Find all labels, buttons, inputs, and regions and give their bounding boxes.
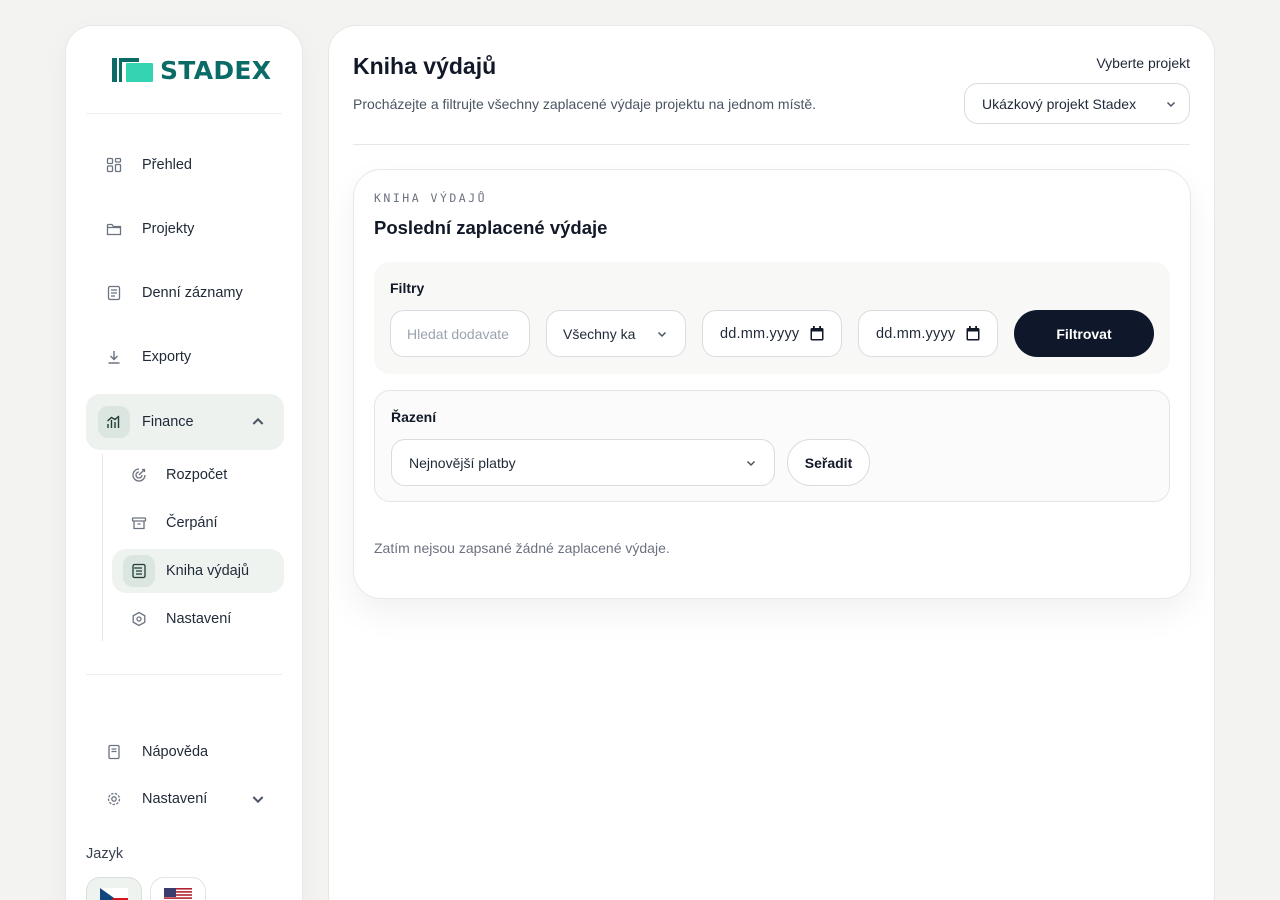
date-to-input[interactable]: dd.mm.yyyy [858,310,998,357]
sidebar-item-label: Denní záznamy [142,285,243,301]
main-panel: Kniha výdajů Procházejte a filtrujte vše… [328,25,1215,900]
sidebar-item-help[interactable]: Nápověda [86,730,284,774]
brand-name: STADEX [160,55,272,85]
page-title: Kniha výdajů [353,53,497,79]
submenu-line [102,454,103,641]
logo-icon [112,56,154,84]
chevron-down-icon [746,460,756,466]
sort-select[interactable]: Nejnovější platby [391,439,775,486]
hexagon-icon [132,611,146,627]
sidebar-item-label: Přehled [142,157,192,173]
us-flag-icon [164,888,192,900]
sidebar-item-expense-ledger[interactable]: Kniha výdajů [112,549,284,593]
supplier-search-input[interactable] [390,310,530,357]
gear-icon [107,792,121,806]
chevron-up-icon [252,417,264,425]
expense-ledger-card: KNIHA VÝDAJŮ Poslední zaplacené výdaje F… [353,169,1191,599]
sidebar-item-label: Exporty [142,349,192,365]
filters-label: Filtry [390,280,425,296]
sidebar-item-exports[interactable]: Exporty [86,335,284,379]
sidebar-item-label: Rozpočet [166,467,228,483]
chevron-down-icon [1166,101,1176,107]
sidebar-item-label: Nastavení [142,791,208,807]
sidebar-item-finance[interactable]: Finance [86,394,284,450]
sidebar-item-label: Nastavení [166,611,232,627]
sort-panel: Řazení Nejnovější platby Seřadit [374,390,1170,502]
sidebar-item-label: Čerpání [166,515,218,531]
ledger-icon [132,563,146,579]
sidebar-item-label: Kniha výdajů [166,563,250,579]
sidebar-item-label: Nápověda [142,744,209,760]
sidebar-item-label: Projekty [142,221,195,237]
page-subtitle: Procházejte a filtrujte všechny zaplacen… [353,96,817,112]
calendar-icon[interactable] [810,326,824,341]
sidebar-item-overview[interactable]: Přehled [86,143,284,187]
sidebar-divider [86,113,282,114]
target-icon [132,468,146,482]
sidebar-item-daily-records[interactable]: Denní záznamy [86,271,284,315]
chart-icon [107,415,120,428]
wallet-icon [131,517,147,530]
grid-icon [106,157,122,173]
card-title: Poslední zaplacené výdaje [374,217,608,238]
book-icon [108,744,120,760]
project-select-value: Ukázkový projekt Stadex [982,95,1137,112]
empty-state-text: Zatím nejsou zapsané žádné zaplacené výd… [374,540,670,556]
sidebar-item-label: Finance [142,414,194,430]
sort-label: Řazení [391,409,437,425]
header-divider [353,144,1190,145]
date-from-value: dd.mm.yyyy [720,325,800,342]
sidebar-item-finance-settings[interactable]: Nastavení [112,597,284,641]
calendar-icon[interactable] [966,326,980,341]
sidebar-item-drawdown[interactable]: Čerpání [112,501,284,545]
chevron-down-icon [252,796,264,804]
brand-logo[interactable]: STADEX [112,55,272,85]
category-select[interactable]: Všechny ka [546,310,686,357]
date-from-input[interactable]: dd.mm.yyyy [702,310,842,357]
folder-icon [106,223,122,236]
sidebar-item-settings[interactable]: Nastavení [86,777,284,821]
category-select-value: Všechny ka [563,325,636,342]
download-icon [108,351,120,364]
czech-flag-icon [100,888,128,900]
sidebar-item-projects[interactable]: Projekty [86,207,284,251]
project-select[interactable]: Ukázkový projekt Stadex [964,83,1190,124]
filters-panel: Filtry Všechny ka dd.mm.yyyy dd.mm.yyyy … [374,262,1170,374]
date-to-value: dd.mm.yyyy [876,325,956,342]
sidebar-divider [86,674,282,675]
sidebar: STADEX Přehled Projekty Denní záznamy Ex… [65,25,303,900]
sort-button[interactable]: Seřadit [787,439,870,486]
language-czech-button[interactable] [86,877,142,900]
document-icon [107,285,121,301]
card-eyebrow: KNIHA VÝDAJŮ [374,191,488,205]
project-select-label: Vyberte projekt [1096,55,1190,71]
language-label: Jazyk [86,846,124,862]
sidebar-item-budget[interactable]: Rozpočet [112,453,284,497]
language-english-button[interactable] [150,877,206,900]
sort-select-value: Nejnovější platby [409,454,516,471]
chevron-down-icon [657,331,667,337]
filter-button[interactable]: Filtrovat [1014,310,1154,357]
